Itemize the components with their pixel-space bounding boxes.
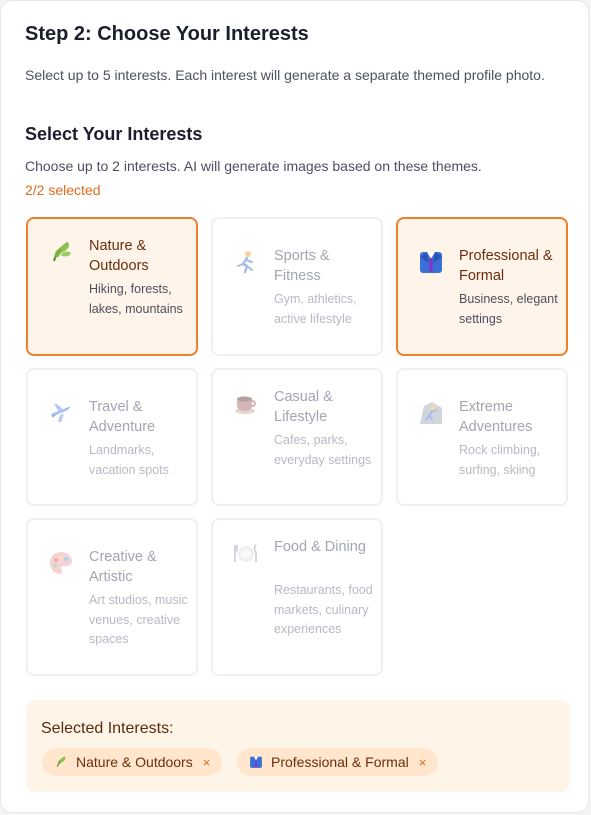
selected-interests-title: Selected Interests: (41, 720, 174, 737)
palette-icon (50, 552, 72, 574)
interest-card-sports[interactable]: Sports & Fitness Gym, athletics, active … (211, 217, 383, 356)
interest-card-nature[interactable]: Nature & Outdoors Hiking, forests, lakes… (26, 217, 198, 356)
interest-label: Travel & Adventure (89, 399, 156, 435)
interest-label: Nature & Outdoors (89, 238, 149, 274)
interest-card-travel[interactable]: Travel & Adventure Landmarks, vacation s… (26, 368, 198, 506)
interest-description: Cafes, parks, everyday settings (274, 433, 372, 467)
interest-description: Art studios, music venues, creative spac… (89, 593, 188, 647)
interest-card-food[interactable]: Food & Dining Restaurants, food markets,… (211, 518, 383, 676)
coffee-icon (235, 396, 256, 414)
interest-card-casual[interactable]: Casual & Lifestyle Cafes, parks, everyda… (211, 368, 383, 506)
section-title: Select Your Interests (25, 124, 203, 144)
suit-icon (250, 756, 262, 768)
selected-chip-professional: Professional & Formal × (237, 748, 439, 776)
interests-panel: Step 2: Choose Your Interests Select up … (0, 0, 589, 813)
climber-icon (420, 402, 442, 424)
interest-card-professional[interactable]: Professional & Formal Business, elegant … (396, 217, 568, 356)
remove-chip-button[interactable]: × (203, 755, 211, 770)
section-description: Choose up to 2 interests. AI will genera… (25, 158, 482, 174)
interest-label: Creative & Artistic (89, 549, 157, 585)
leaf-icon (56, 756, 66, 767)
interest-description: Rock climbing, surfing, skiing (459, 443, 541, 477)
interest-label: Casual & Lifestyle (274, 389, 333, 425)
interest-label: Professional & Formal (459, 248, 553, 284)
interest-description: Gym, athletics, active lifestyle (274, 292, 357, 326)
interest-description: Business, elegant settings (459, 292, 558, 326)
leaf-icon (53, 242, 71, 262)
step-title: Step 2: Choose Your Interests (25, 23, 309, 45)
chip-label: Professional & Formal (271, 754, 409, 770)
plate-icon (234, 544, 257, 562)
step-description: Select up to 5 interests. Each interest … (25, 67, 545, 83)
interest-label: Food & Dining (274, 539, 366, 555)
interest-label: Extreme Adventures (459, 399, 533, 435)
selected-interests-panel: Selected Interests: Nature & Outdoors × … (26, 700, 570, 792)
runner-icon (237, 251, 253, 274)
airplane-icon (51, 404, 71, 422)
interest-description: Restaurants, food markets, culinary expe… (274, 583, 373, 637)
interest-card-creative[interactable]: Creative & Artistic Art studios, music v… (26, 518, 198, 676)
chip-label: Nature & Outdoors (76, 754, 193, 770)
selected-chip-nature: Nature & Outdoors × (42, 748, 223, 776)
interest-description: Hiking, forests, lakes, mountains (89, 282, 183, 316)
suit-icon (420, 252, 442, 273)
remove-chip-button[interactable]: × (419, 755, 427, 770)
interest-card-extreme[interactable]: Extreme Adventures Rock climbing, surfin… (396, 368, 568, 506)
interest-label: Sports & Fitness (274, 248, 330, 284)
selection-count: 2/2 selected (25, 182, 101, 198)
interest-description: Landmarks, vacation spots (89, 443, 169, 477)
